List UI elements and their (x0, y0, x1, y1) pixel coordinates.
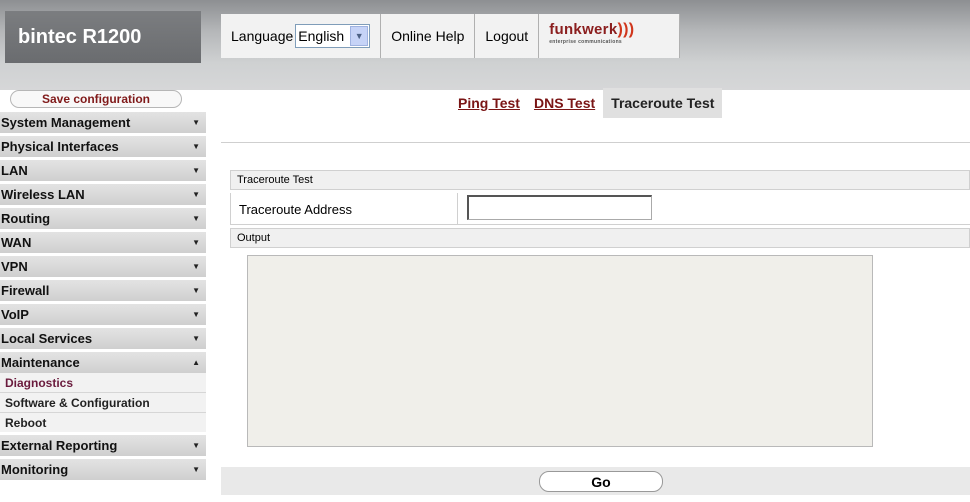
tab-traceroute-test[interactable]: Traceroute Test (603, 88, 723, 118)
sidebar-item-external-reporting[interactable]: External Reporting ▼ (0, 435, 206, 459)
language-value: English (298, 28, 345, 44)
sidebar-item-routing[interactable]: Routing ▼ (0, 208, 206, 232)
traceroute-address-input[interactable] (467, 195, 652, 220)
chevron-down-icon: ▼ (192, 334, 200, 343)
chevron-down-icon: ▼ (192, 142, 200, 151)
chevron-down-icon[interactable]: ▼ (350, 26, 369, 46)
traceroute-panel: Traceroute Test Traceroute Address Outpu… (221, 142, 970, 501)
header-banner: bintec R1200 Language English ▼ Online H… (0, 0, 970, 90)
language-label: Language (231, 28, 294, 44)
sidebar-subitem-diagnostics[interactable]: Diagnostics (0, 373, 206, 393)
tab-dns-test[interactable]: DNS Test (530, 88, 599, 118)
chevron-down-icon: ▼ (192, 214, 200, 223)
diagnostics-tabs: Ping Test DNS Test Traceroute Test (454, 88, 728, 118)
top-toolbar: Language English ▼ Online Help Logout fu… (221, 14, 681, 58)
tab-ping-test[interactable]: Ping Test (454, 88, 524, 118)
output-textarea[interactable] (247, 255, 873, 447)
section-header-output: Output (230, 228, 970, 248)
sidebar-item-monitoring[interactable]: Monitoring ▼ (0, 459, 206, 483)
brand-title: bintec R1200 (18, 26, 142, 48)
sidebar-item-system-management[interactable]: System Management ▼ (0, 112, 206, 136)
sidebar-subitem-reboot[interactable]: Reboot (0, 413, 206, 435)
sidebar-item-voip[interactable]: VoIP ▼ (0, 304, 206, 328)
chevron-down-icon: ▼ (192, 118, 200, 127)
save-configuration-button[interactable]: Save configuration (10, 90, 182, 108)
chevron-down-icon: ▼ (192, 238, 200, 247)
sidebar-item-firewall[interactable]: Firewall ▼ (0, 280, 206, 304)
online-help-link[interactable]: Online Help (381, 14, 476, 58)
sidebar-item-wireless-lan[interactable]: Wireless LAN ▼ (0, 184, 206, 208)
chevron-up-icon: ▲ (192, 358, 200, 367)
logo-subtext: enterprise communications (549, 39, 622, 45)
sidebar-item-vpn[interactable]: VPN ▼ (0, 256, 206, 280)
language-cell: Language English ▼ (221, 14, 382, 58)
chevron-down-icon: ▼ (192, 441, 200, 450)
chevron-down-icon: ▼ (192, 262, 200, 271)
chevron-down-icon: ▼ (192, 465, 200, 474)
go-button[interactable]: Go (539, 471, 663, 492)
chevron-down-icon: ▼ (192, 286, 200, 295)
sidebar-item-lan[interactable]: LAN ▼ (0, 160, 206, 184)
traceroute-address-row: Traceroute Address (230, 193, 970, 225)
chevron-down-icon: ▼ (192, 166, 200, 175)
traceroute-address-label: Traceroute Address (239, 202, 352, 217)
sidebar-item-physical-interfaces[interactable]: Physical Interfaces ▼ (0, 136, 206, 160)
sidebar-subitem-software-configuration[interactable]: Software & Configuration (0, 393, 206, 413)
section-header-traceroute: Traceroute Test (230, 170, 970, 190)
logo-text: funkwerk))) enterprise communications (549, 22, 634, 49)
sidebar-item-local-services[interactable]: Local Services ▼ (0, 328, 206, 352)
chevron-down-icon: ▼ (192, 310, 200, 319)
chevron-down-icon: ▼ (192, 190, 200, 199)
sidebar: Save configuration System Management ▼ Ph… (0, 90, 206, 483)
sidebar-item-wan[interactable]: WAN ▼ (0, 232, 206, 256)
language-select[interactable]: English ▼ (295, 24, 371, 48)
sidebar-item-maintenance[interactable]: Maintenance ▲ (0, 352, 206, 373)
action-bar: Go (221, 467, 970, 495)
row-divider (457, 193, 458, 224)
logout-link[interactable]: Logout (475, 14, 540, 58)
funkwerk-logo: funkwerk))) enterprise communications (539, 14, 681, 58)
